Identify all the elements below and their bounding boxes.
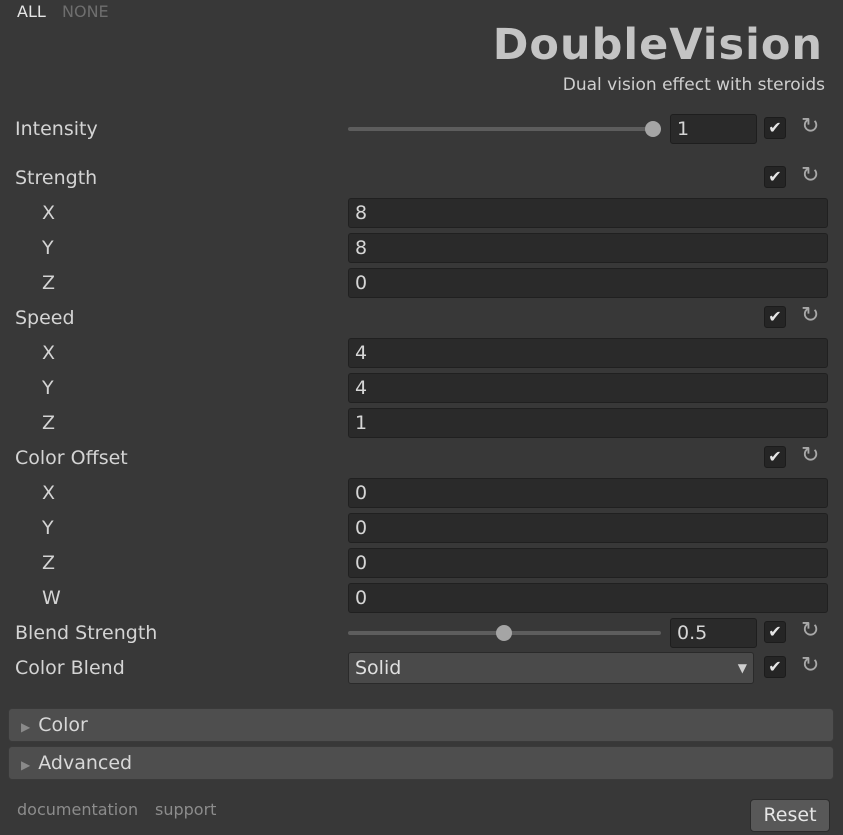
speed-y-field[interactable]: 4 — [348, 373, 828, 403]
speed-y-label: Y — [42, 377, 54, 399]
triangle-right-icon: ▶ — [21, 758, 31, 772]
intensity-value-field[interactable]: 1 — [670, 114, 757, 144]
none-toggle-link[interactable]: NONE — [62, 2, 109, 21]
triangle-right-icon: ▶ — [21, 720, 31, 734]
dropdown-arrow-icon: ▼ — [737, 661, 747, 675]
advanced-section-label: Advanced — [38, 752, 133, 774]
support-link[interactable]: support — [155, 800, 216, 819]
checkmark-icon: ✔ — [768, 447, 782, 466]
color-offset-w-field[interactable]: 0 — [348, 583, 828, 613]
checkmark-icon: ✔ — [768, 118, 782, 137]
color-offset-override-checkbox[interactable]: ✔ — [764, 446, 786, 468]
blend-strength-value-field[interactable]: 0.5 — [670, 618, 757, 648]
intensity-override-checkbox[interactable]: ✔ — [764, 117, 786, 139]
reset-button[interactable]: Reset — [750, 799, 830, 832]
speed-override-checkbox[interactable]: ✔ — [764, 306, 786, 328]
intensity-reset-icon[interactable]: ↻ — [801, 116, 819, 138]
blend-strength-slider-thumb[interactable] — [496, 625, 512, 641]
color-blend-reset-icon[interactable]: ↻ — [801, 655, 819, 677]
speed-x-field[interactable]: 4 — [348, 338, 828, 368]
intensity-slider-track[interactable] — [348, 127, 654, 131]
color-blend-label: Color Blend — [15, 657, 125, 679]
all-toggle-link[interactable]: ALL — [17, 2, 46, 21]
speed-reset-icon[interactable]: ↻ — [801, 305, 819, 327]
blend-strength-label: Blend Strength — [15, 622, 158, 644]
strength-z-label: Z — [42, 272, 56, 294]
speed-z-label: Z — [42, 412, 56, 434]
subtitle: Dual vision effect with steroids — [562, 75, 825, 95]
color-offset-label: Color Offset — [15, 447, 128, 469]
blend-strength-override-checkbox[interactable]: ✔ — [764, 621, 786, 643]
checkmark-icon: ✔ — [768, 657, 782, 676]
checkmark-icon: ✔ — [768, 307, 782, 326]
intensity-label: Intensity — [15, 118, 98, 140]
strength-label: Strength — [15, 167, 98, 189]
color-offset-y-label: Y — [42, 517, 54, 539]
color-blend-override-checkbox[interactable]: ✔ — [764, 656, 786, 678]
color-offset-z-field[interactable]: 0 — [348, 548, 828, 578]
strength-y-field[interactable]: 8 — [348, 233, 828, 263]
intensity-slider-thumb[interactable] — [645, 121, 661, 137]
color-blend-selected: Solid — [355, 657, 402, 679]
color-offset-x-field[interactable]: 0 — [348, 478, 828, 508]
speed-z-field[interactable]: 1 — [348, 408, 828, 438]
strength-y-label: Y — [42, 237, 54, 259]
strength-reset-icon[interactable]: ↻ — [801, 165, 819, 187]
strength-x-field[interactable]: 8 — [348, 198, 828, 228]
color-offset-reset-icon[interactable]: ↻ — [801, 445, 819, 467]
color-section-header[interactable]: ▶ Color — [8, 708, 834, 742]
strength-override-checkbox[interactable]: ✔ — [764, 166, 786, 188]
checkmark-icon: ✔ — [768, 622, 782, 641]
documentation-link[interactable]: documentation — [17, 800, 138, 819]
color-section-label: Color — [38, 714, 88, 736]
color-offset-w-label: W — [42, 587, 61, 609]
checkmark-icon: ✔ — [768, 167, 782, 186]
speed-label: Speed — [15, 307, 75, 329]
color-offset-y-field[interactable]: 0 — [348, 513, 828, 543]
advanced-section-header[interactable]: ▶ Advanced — [8, 746, 834, 780]
blend-strength-reset-icon[interactable]: ↻ — [801, 620, 819, 642]
strength-x-label: X — [42, 202, 56, 224]
color-blend-dropdown[interactable]: Solid ▼ — [348, 652, 754, 684]
speed-x-label: X — [42, 342, 56, 364]
strength-z-field[interactable]: 0 — [348, 268, 828, 298]
color-offset-x-label: X — [42, 482, 56, 504]
color-offset-z-label: Z — [42, 552, 56, 574]
logo-text: DoubleVision — [492, 20, 823, 70]
